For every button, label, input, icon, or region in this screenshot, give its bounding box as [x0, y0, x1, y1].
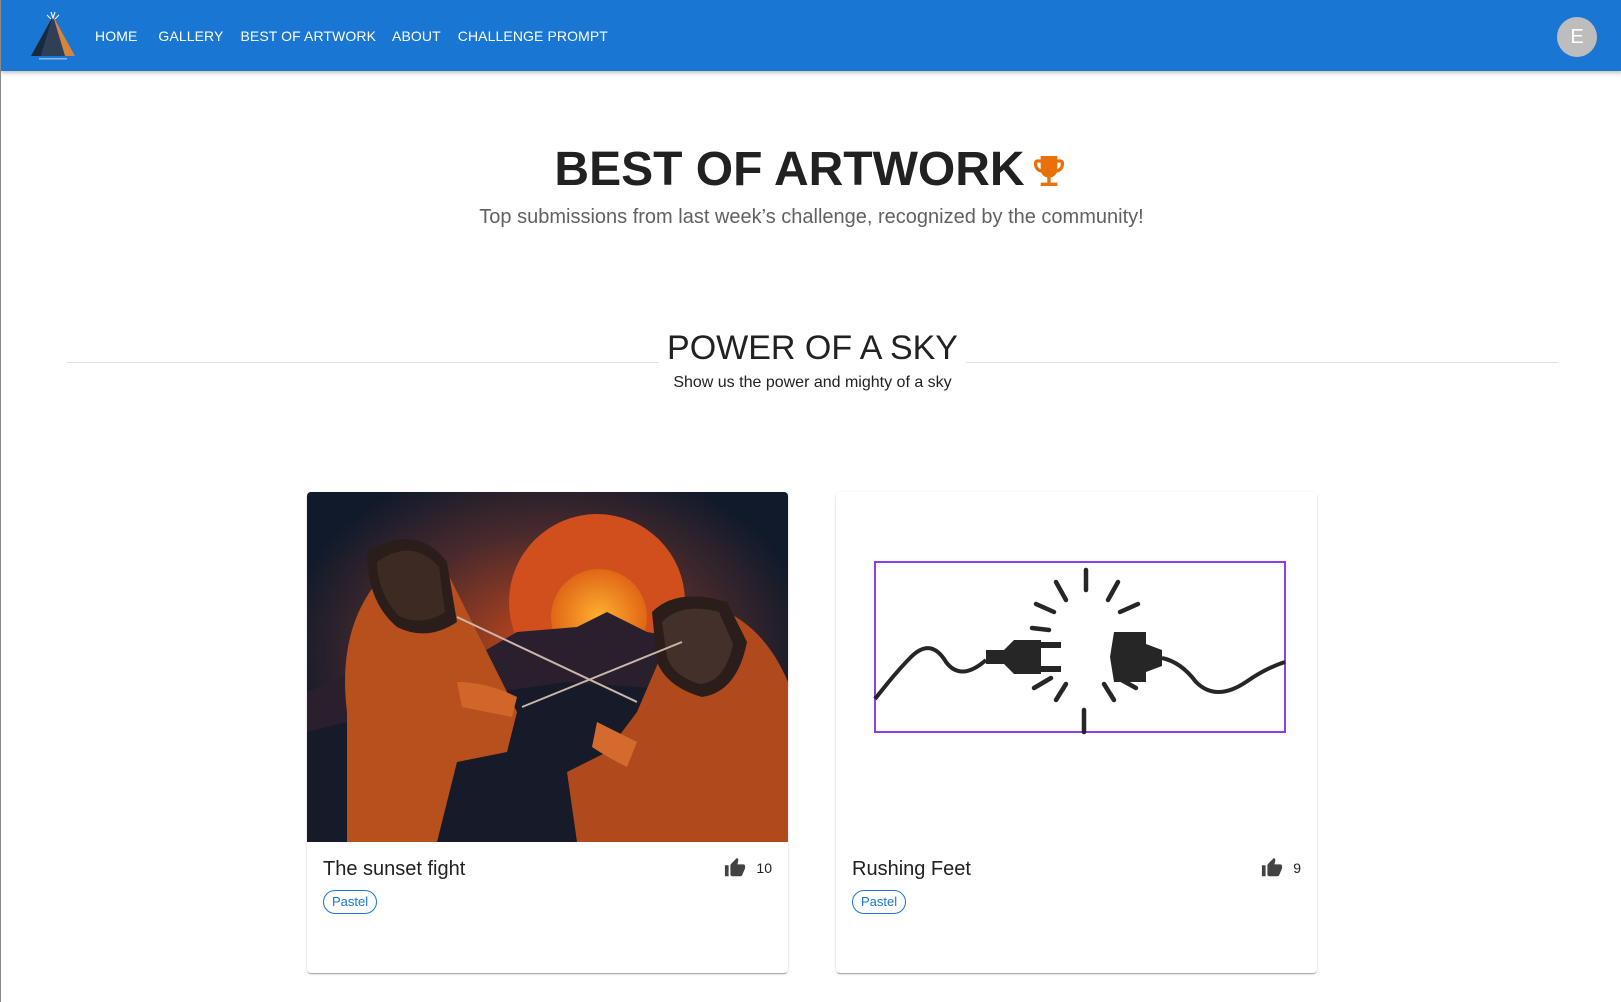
nav-about[interactable]: ABOUT [392, 28, 441, 44]
card-body: The sunset fight 10 Pastel [307, 842, 788, 973]
user-avatar[interactable]: E [1557, 17, 1597, 57]
artwork-image-fencers[interactable] [307, 492, 788, 842]
challenge-title: POWER OF A SKY [659, 328, 966, 368]
page-heading: BEST OF ARTWORK [1, 142, 1621, 198]
artwork-card[interactable]: Rushing Feet 9 Pastel [836, 492, 1317, 973]
main-nav: HOME GALLERY BEST OF ARTWORK ABOUT CHALL… [95, 0, 608, 71]
card-title: The sunset fight [323, 858, 466, 880]
nav-challenge-prompt[interactable]: CHALLENGE PROMPT [458, 28, 608, 44]
page: HOME GALLERY BEST OF ARTWORK ABOUT CHALL… [0, 0, 1621, 1002]
card-body: Rushing Feet 9 Pastel [836, 842, 1317, 973]
artwork-image-plug[interactable] [836, 492, 1317, 842]
card-title: Rushing Feet [852, 858, 971, 880]
nav-gallery[interactable]: GALLERY [158, 28, 223, 44]
artwork-logo-icon[interactable] [25, 8, 81, 64]
style-tag-chip: Pastel [852, 890, 907, 914]
like-count: 10 [756, 860, 772, 876]
challenge-description: Show us the power and mighty of a sky [673, 374, 952, 391]
like-count: 9 [1293, 860, 1301, 876]
style-tag-chip: Pastel [323, 890, 378, 914]
trophy-icon [1029, 151, 1069, 196]
thumbs-up-icon[interactable] [724, 857, 746, 879]
nav-home[interactable]: HOME [95, 28, 137, 44]
app-bar: HOME GALLERY BEST OF ARTWORK ABOUT CHALL… [1, 0, 1621, 71]
like-control: 10 [724, 857, 772, 879]
thumbs-up-icon[interactable] [1261, 857, 1283, 879]
challenge-section: POWER OF A SKY Show us the power and mig… [67, 328, 1558, 398]
page-title: BEST OF ARTWORK [554, 143, 1025, 196]
like-control: 9 [1261, 857, 1301, 879]
page-subtitle: Top submissions from last week’s challen… [479, 206, 1144, 228]
nav-best-of-artwork[interactable]: BEST OF ARTWORK [240, 28, 376, 44]
artwork-card[interactable]: The sunset fight 10 Pastel [307, 492, 788, 973]
